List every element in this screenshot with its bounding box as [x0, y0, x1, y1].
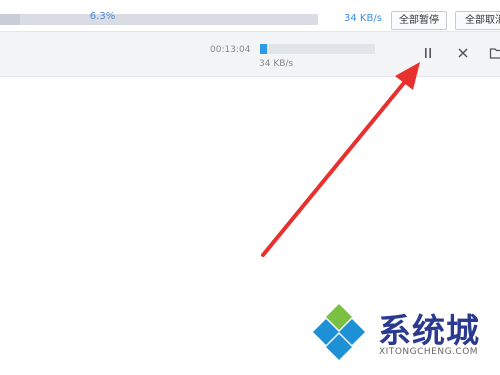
watermark-logo: 系统城 XITONGCHENG.COM — [306, 302, 500, 375]
download-task-row: 00:13:04 34 KB/s — [0, 32, 500, 77]
cancel-all-button[interactable]: 全部取消 — [455, 11, 500, 30]
total-speed-label: 34 KB/s — [344, 13, 382, 24]
pause-all-button[interactable]: 全部暂停 — [391, 11, 447, 30]
watermark-subtitle: XITONGCHENG.COM — [379, 347, 479, 357]
close-icon[interactable] — [455, 45, 471, 61]
total-percent-label: 6.3% — [89, 11, 116, 22]
watermark-title: 系统城 — [378, 311, 480, 350]
diamond-logo-icon — [313, 304, 365, 360]
task-speed-label: 34 KB/s — [259, 59, 294, 69]
download-summary-bar: 6.3% 34 KB/s 全部暂停 全部取消 — [0, 0, 500, 32]
task-progress-bar — [260, 44, 375, 54]
folder-icon[interactable] — [489, 45, 500, 61]
task-elapsed-time: 00:13:04 — [210, 45, 251, 55]
task-progress-fill — [260, 44, 268, 54]
pause-icon[interactable] — [420, 45, 436, 61]
